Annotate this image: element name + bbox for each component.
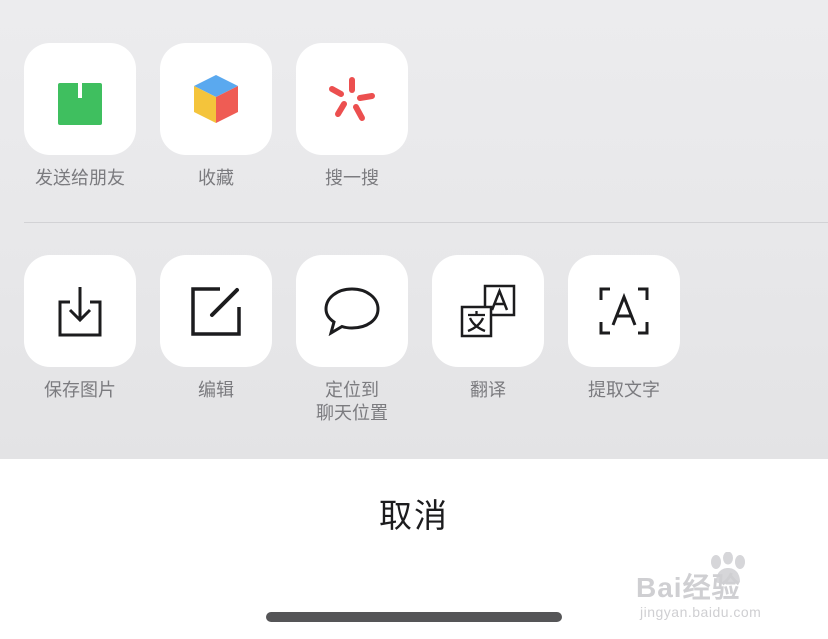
send-to-friend-tile[interactable] bbox=[24, 43, 136, 155]
locate-in-chat-label: 定位到 聊天位置 bbox=[316, 380, 388, 424]
locate-in-chat-action[interactable]: 定位到 聊天位置 bbox=[296, 255, 408, 425]
watermark-url: jingyan.baidu.com bbox=[640, 604, 762, 620]
search-action[interactable]: 搜一搜 bbox=[296, 43, 408, 190]
search-sparkle-icon bbox=[329, 77, 375, 121]
edit-label: 编辑 bbox=[198, 380, 234, 401]
secondary-actions-row: 保存图片 编辑 定位到 聊天位置 翻译 提取文字 bbox=[0, 255, 828, 455]
share-sheet: 发送给朋友 收藏 搜一搜 保存图片 编辑 定位到 聊天位置 翻译 提取文字 bbox=[0, 0, 828, 459]
primary-actions-row: 发送给朋友 收藏 搜一搜 bbox=[0, 43, 828, 243]
favorites-action[interactable]: 收藏 bbox=[160, 43, 272, 190]
translate-label: 翻译 bbox=[470, 380, 506, 401]
send-to-friend-label: 发送给朋友 bbox=[35, 168, 125, 189]
extract-text-label: 提取文字 bbox=[588, 380, 660, 401]
chat-bubble-icon bbox=[324, 287, 380, 336]
translate-icon bbox=[460, 284, 516, 338]
favorites-tile[interactable] bbox=[160, 43, 272, 155]
favorites-cube-icon bbox=[194, 75, 238, 123]
baidu-jingyan-watermark: Bai经验 jingyan.baidu.com bbox=[636, 552, 796, 622]
extract-text-tile[interactable] bbox=[568, 255, 680, 367]
save-image-action[interactable]: 保存图片 bbox=[24, 255, 136, 402]
translate-tile[interactable] bbox=[432, 255, 544, 367]
section-divider bbox=[24, 222, 828, 223]
favorites-label: 收藏 bbox=[198, 168, 234, 189]
edit-icon bbox=[191, 287, 241, 336]
save-image-icon bbox=[58, 287, 102, 337]
home-indicator[interactable] bbox=[266, 612, 562, 622]
text-extract-icon bbox=[599, 287, 649, 335]
extract-text-action[interactable]: 提取文字 bbox=[568, 255, 680, 402]
edit-tile[interactable] bbox=[160, 255, 272, 367]
locate-in-chat-tile[interactable] bbox=[296, 255, 408, 367]
translate-action[interactable]: 翻译 bbox=[432, 255, 544, 402]
save-image-label: 保存图片 bbox=[44, 380, 116, 401]
watermark-brand: Bai经验 bbox=[636, 572, 741, 603]
cancel-button[interactable]: 取消 bbox=[0, 459, 828, 567]
search-label: 搜一搜 bbox=[325, 168, 379, 189]
share-upload-icon bbox=[58, 72, 102, 125]
search-tile[interactable] bbox=[296, 43, 408, 155]
send-to-friend-action[interactable]: 发送给朋友 bbox=[24, 43, 136, 190]
edit-action[interactable]: 编辑 bbox=[160, 255, 272, 402]
save-image-tile[interactable] bbox=[24, 255, 136, 367]
